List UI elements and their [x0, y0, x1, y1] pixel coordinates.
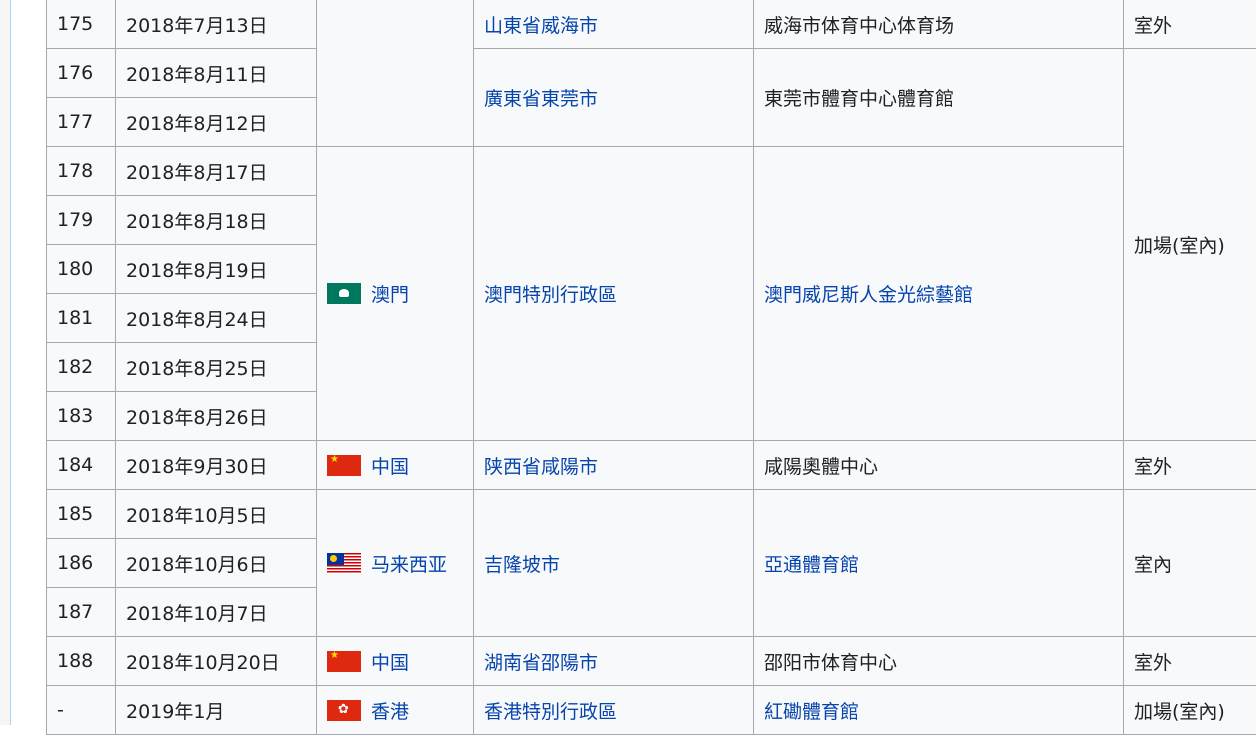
- table-row: 178 2018年8月17日 澳門 澳門特別行政區 澳門威尼斯人金光綜藝館: [47, 147, 1256, 196]
- city-link[interactable]: 陕西省咸陽市: [484, 456, 598, 478]
- city-cell: 陕西省咸陽市: [474, 441, 754, 490]
- region-cell: 马来西亚: [317, 490, 474, 637]
- show-date: 2018年7月13日: [116, 0, 317, 49]
- show-number: 188: [47, 637, 116, 686]
- city-link[interactable]: 湖南省邵陽市: [484, 652, 598, 674]
- region-cell: 香港: [317, 686, 474, 735]
- venue-cell: 邵阳市体育中心: [754, 637, 1124, 686]
- table-row: - 2019年1月 香港 香港特別行政區 紅磡體育館 加場(室內): [47, 686, 1256, 735]
- city-cell: 香港特別行政區: [474, 686, 754, 735]
- region-link[interactable]: 香港: [371, 701, 409, 723]
- china-flag-icon: [327, 455, 361, 476]
- show-date: 2018年8月11日: [116, 49, 317, 98]
- venue-type: 室外: [1124, 637, 1256, 686]
- show-date: 2018年8月19日: [116, 245, 317, 294]
- city-link[interactable]: 吉隆坡市: [484, 554, 560, 576]
- show-date: 2018年10月6日: [116, 539, 317, 588]
- city-cell: 澳門特別行政區: [474, 147, 754, 441]
- table-row: 176 2018年8月11日 廣東省東莞市 東莞市體育中心體育館 加場(室內): [47, 49, 1256, 98]
- show-date: 2018年8月25日: [116, 343, 317, 392]
- show-number: 184: [47, 441, 116, 490]
- show-date: 2018年9月30日: [116, 441, 317, 490]
- venue-type: 加場(室內): [1124, 49, 1256, 441]
- region-cell: 中国: [317, 441, 474, 490]
- region-cell-empty: [317, 0, 474, 147]
- venue-type: 室外: [1124, 441, 1256, 490]
- city-cell: 吉隆坡市: [474, 490, 754, 637]
- table-row: 175 2018年7月13日 山東省威海市 威海市体育中心体育场 室外: [47, 0, 1256, 49]
- show-number: 178: [47, 147, 116, 196]
- city-link[interactable]: 香港特別行政區: [484, 701, 617, 723]
- show-number: 187: [47, 588, 116, 637]
- region-link[interactable]: 中国: [371, 652, 409, 674]
- show-number: 186: [47, 539, 116, 588]
- china-flag-icon: [327, 651, 361, 672]
- show-number: 175: [47, 0, 116, 49]
- table-row: 184 2018年9月30日 中国 陕西省咸陽市 咸陽奧體中心 室外: [47, 441, 1256, 490]
- show-date: 2018年8月12日: [116, 98, 317, 147]
- city-link[interactable]: 廣東省東莞市: [484, 88, 598, 110]
- venue-link[interactable]: 亞通體育館: [764, 554, 859, 576]
- city-cell: 山東省威海市: [474, 0, 754, 49]
- show-number: 179: [47, 196, 116, 245]
- show-date: 2018年8月24日: [116, 294, 317, 343]
- city-link[interactable]: 澳門特別行政區: [484, 284, 617, 306]
- table-row: 185 2018年10月5日 马来西亚 吉隆坡市 亞通體育館 室內: [47, 490, 1256, 539]
- venue-cell: 威海市体育中心体育场: [754, 0, 1124, 49]
- show-date: 2018年8月17日: [116, 147, 317, 196]
- show-date: 2018年8月26日: [116, 392, 317, 441]
- show-number: 185: [47, 490, 116, 539]
- venue-cell: 澳門威尼斯人金光綜藝館: [754, 147, 1124, 441]
- region-link[interactable]: 中国: [371, 456, 409, 478]
- venue-cell: 亞通體育館: [754, 490, 1124, 637]
- show-number: 176: [47, 49, 116, 98]
- region-cell: 中国: [317, 637, 474, 686]
- city-cell: 廣東省東莞市: [474, 49, 754, 147]
- show-number: 181: [47, 294, 116, 343]
- region-link[interactable]: 澳門: [371, 284, 409, 306]
- show-date: 2018年10月7日: [116, 588, 317, 637]
- city-cell: 湖南省邵陽市: [474, 637, 754, 686]
- concert-tour-table: 175 2018年7月13日 山東省威海市 威海市体育中心体育场 室外 176 …: [46, 0, 1256, 735]
- venue-cell: 東莞市體育中心體育館: [754, 49, 1124, 147]
- venue-link[interactable]: 紅磡體育館: [764, 701, 859, 723]
- region-cell: 澳門: [317, 147, 474, 441]
- show-date: 2018年10月5日: [116, 490, 317, 539]
- show-number: 183: [47, 392, 116, 441]
- venue-link[interactable]: 澳門威尼斯人金光綜藝館: [764, 284, 973, 306]
- show-number: 182: [47, 343, 116, 392]
- show-date: 2018年10月20日: [116, 637, 317, 686]
- macau-flag-icon: [327, 283, 361, 304]
- malaysia-flag-icon: [327, 553, 361, 574]
- show-number: 180: [47, 245, 116, 294]
- table-row: 188 2018年10月20日 中国 湖南省邵陽市 邵阳市体育中心 室外: [47, 637, 1256, 686]
- show-date: 2019年1月: [116, 686, 317, 735]
- venue-type: 加場(室內): [1124, 686, 1256, 735]
- venue-type: 室外: [1124, 0, 1256, 49]
- show-date: 2018年8月18日: [116, 196, 317, 245]
- hongkong-flag-icon: [327, 700, 361, 721]
- venue-type: 室內: [1124, 490, 1256, 637]
- region-link[interactable]: 马来西亚: [371, 554, 447, 576]
- venue-cell: 咸陽奧體中心: [754, 441, 1124, 490]
- page-left-edge: [0, 0, 11, 725]
- show-number: 177: [47, 98, 116, 147]
- city-link[interactable]: 山東省威海市: [484, 15, 598, 37]
- show-number: -: [47, 686, 116, 735]
- venue-cell: 紅磡體育館: [754, 686, 1124, 735]
